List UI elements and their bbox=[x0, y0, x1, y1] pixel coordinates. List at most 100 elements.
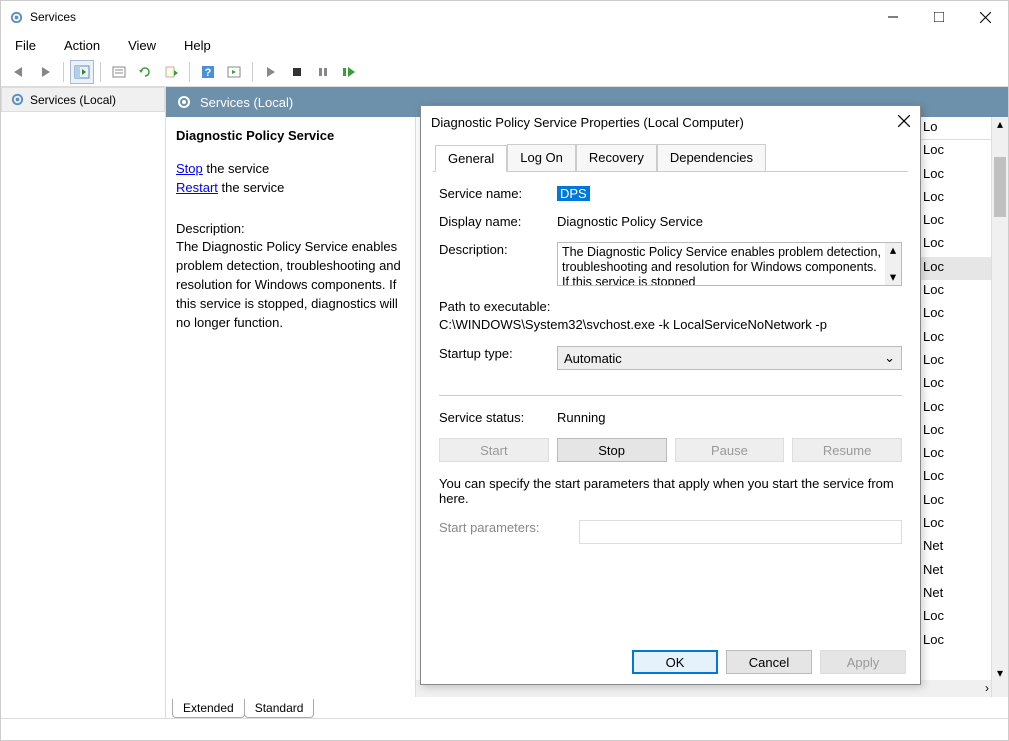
pause-service-button[interactable] bbox=[311, 60, 335, 84]
restart-service-button[interactable] bbox=[337, 60, 361, 84]
minimize-button[interactable] bbox=[870, 1, 916, 33]
tree-item-services-local[interactable]: Services (Local) bbox=[1, 87, 165, 112]
tab-extended[interactable]: Extended bbox=[172, 699, 245, 718]
list-cell[interactable]: Loc bbox=[919, 140, 991, 163]
list-cell[interactable]: Loc bbox=[919, 210, 991, 233]
list-cell[interactable]: Loc bbox=[919, 420, 991, 443]
apply-button: Apply bbox=[820, 650, 906, 674]
menu-help[interactable]: Help bbox=[180, 36, 215, 55]
action-button[interactable] bbox=[222, 60, 246, 84]
menu-file[interactable]: File bbox=[11, 36, 40, 55]
help-button[interactable]: ? bbox=[196, 60, 220, 84]
pause-button: Pause bbox=[675, 438, 785, 462]
list-cell[interactable]: Loc bbox=[919, 490, 991, 513]
list-cell[interactable]: Loc bbox=[919, 373, 991, 396]
stop-button[interactable]: Stop bbox=[557, 438, 667, 462]
toolbar: ? bbox=[1, 57, 1008, 87]
properties-dialog: Diagnostic Policy Service Properties (Lo… bbox=[420, 105, 921, 685]
list-cell[interactable]: Net bbox=[919, 583, 991, 606]
close-button[interactable] bbox=[962, 1, 1008, 33]
list-cell[interactable]: Loc bbox=[919, 443, 991, 466]
list-cell[interactable]: Loc bbox=[919, 513, 991, 536]
service-name-label: Service name: bbox=[439, 186, 557, 201]
description-text: The Diagnostic Policy Service enables pr… bbox=[176, 238, 405, 332]
back-button[interactable] bbox=[7, 60, 31, 84]
service-status-value: Running bbox=[557, 410, 902, 425]
export-button[interactable] bbox=[159, 60, 183, 84]
description-box[interactable]: The Diagnostic Policy Service enables pr… bbox=[557, 242, 902, 286]
scroll-down-icon[interactable]: ▾ bbox=[890, 270, 896, 285]
tab-standard[interactable]: Standard bbox=[244, 699, 315, 718]
menubar: File Action View Help bbox=[1, 33, 1008, 57]
scroll-thumb[interactable] bbox=[994, 157, 1006, 217]
services-icon bbox=[9, 10, 24, 25]
pane-header-title: Services (Local) bbox=[200, 95, 293, 110]
list-cell[interactable]: Net bbox=[919, 560, 991, 583]
restart-suffix: the service bbox=[218, 180, 284, 195]
ok-button[interactable]: OK bbox=[632, 650, 718, 674]
list-cell[interactable]: Loc bbox=[919, 397, 991, 420]
chevron-down-icon: ⌄ bbox=[884, 350, 895, 366]
show-hide-tree-button[interactable] bbox=[70, 60, 94, 84]
refresh-button[interactable] bbox=[133, 60, 157, 84]
service-name-value[interactable]: DPS bbox=[557, 186, 590, 201]
services-icon bbox=[176, 94, 192, 110]
list-cell[interactable]: Net bbox=[919, 536, 991, 559]
selected-service-name: Diagnostic Policy Service bbox=[176, 127, 405, 146]
vertical-scrollbar[interactable]: ▴ ▾ bbox=[991, 117, 1008, 697]
startup-type-value: Automatic bbox=[564, 351, 622, 366]
tab-dependencies[interactable]: Dependencies bbox=[657, 144, 766, 171]
maximize-button[interactable] bbox=[916, 1, 962, 33]
display-name-label: Display name: bbox=[439, 214, 557, 229]
description-value: The Diagnostic Policy Service enables pr… bbox=[562, 245, 881, 286]
list-cell[interactable]: Loc bbox=[919, 327, 991, 350]
cancel-button[interactable]: Cancel bbox=[726, 650, 812, 674]
properties-button[interactable] bbox=[107, 60, 131, 84]
restart-link[interactable]: Restart bbox=[176, 180, 218, 195]
tab-general[interactable]: General bbox=[435, 145, 507, 172]
start-service-button[interactable] bbox=[259, 60, 283, 84]
description-label: Description: bbox=[176, 220, 405, 239]
path-label: Path to executable: bbox=[439, 299, 902, 314]
dialog-title: Diagnostic Policy Service Properties (Lo… bbox=[431, 115, 898, 130]
forward-button[interactable] bbox=[33, 60, 57, 84]
column-header[interactable]: Lo bbox=[919, 117, 991, 140]
start-params-hint: You can specify the start parameters tha… bbox=[439, 476, 902, 506]
stop-link[interactable]: Stop bbox=[176, 161, 203, 176]
menu-view[interactable]: View bbox=[124, 36, 160, 55]
list-cell[interactable]: Loc bbox=[919, 350, 991, 373]
services-icon bbox=[10, 92, 25, 107]
dialog-close-button[interactable] bbox=[898, 115, 910, 130]
scroll-up-icon[interactable]: ▴ bbox=[890, 243, 896, 258]
svg-text:?: ? bbox=[205, 67, 212, 79]
start-params-input bbox=[579, 520, 902, 544]
window-title: Services bbox=[30, 10, 870, 24]
tab-recovery[interactable]: Recovery bbox=[576, 144, 657, 171]
list-cell[interactable]: Loc bbox=[919, 187, 991, 210]
list-cell[interactable]: Loc bbox=[919, 280, 991, 303]
list-cell[interactable]: Loc bbox=[919, 630, 991, 653]
start-button: Start bbox=[439, 438, 549, 462]
start-params-label: Start parameters: bbox=[439, 520, 579, 535]
list-cell[interactable]: Loc bbox=[919, 164, 991, 187]
stop-suffix: the service bbox=[203, 161, 269, 176]
resume-button: Resume bbox=[792, 438, 902, 462]
tree-item-label: Services (Local) bbox=[30, 93, 116, 107]
statusbar bbox=[1, 718, 1008, 740]
tree-pane: Services (Local) bbox=[1, 87, 166, 718]
list-cell[interactable]: Loc bbox=[919, 233, 991, 256]
startup-type-label: Startup type: bbox=[439, 346, 557, 361]
list-cell[interactable]: Loc bbox=[919, 303, 991, 326]
startup-type-select[interactable]: Automatic ⌄ bbox=[557, 346, 902, 370]
description-label: Description: bbox=[439, 242, 557, 257]
path-value: C:\WINDOWS\System32\svchost.exe -k Local… bbox=[439, 317, 902, 332]
menu-action[interactable]: Action bbox=[60, 36, 104, 55]
tab-logon[interactable]: Log On bbox=[507, 144, 576, 171]
detail-pane: Diagnostic Policy Service Stop the servi… bbox=[166, 117, 416, 697]
list-cell[interactable]: Loc bbox=[919, 606, 991, 629]
list-cell[interactable]: Loc bbox=[919, 466, 991, 489]
list-cell[interactable]: Loc bbox=[919, 257, 991, 280]
stop-service-button[interactable] bbox=[285, 60, 309, 84]
dialog-tabs: General Log On Recovery Dependencies bbox=[421, 138, 920, 171]
display-name-value: Diagnostic Policy Service bbox=[557, 214, 902, 229]
